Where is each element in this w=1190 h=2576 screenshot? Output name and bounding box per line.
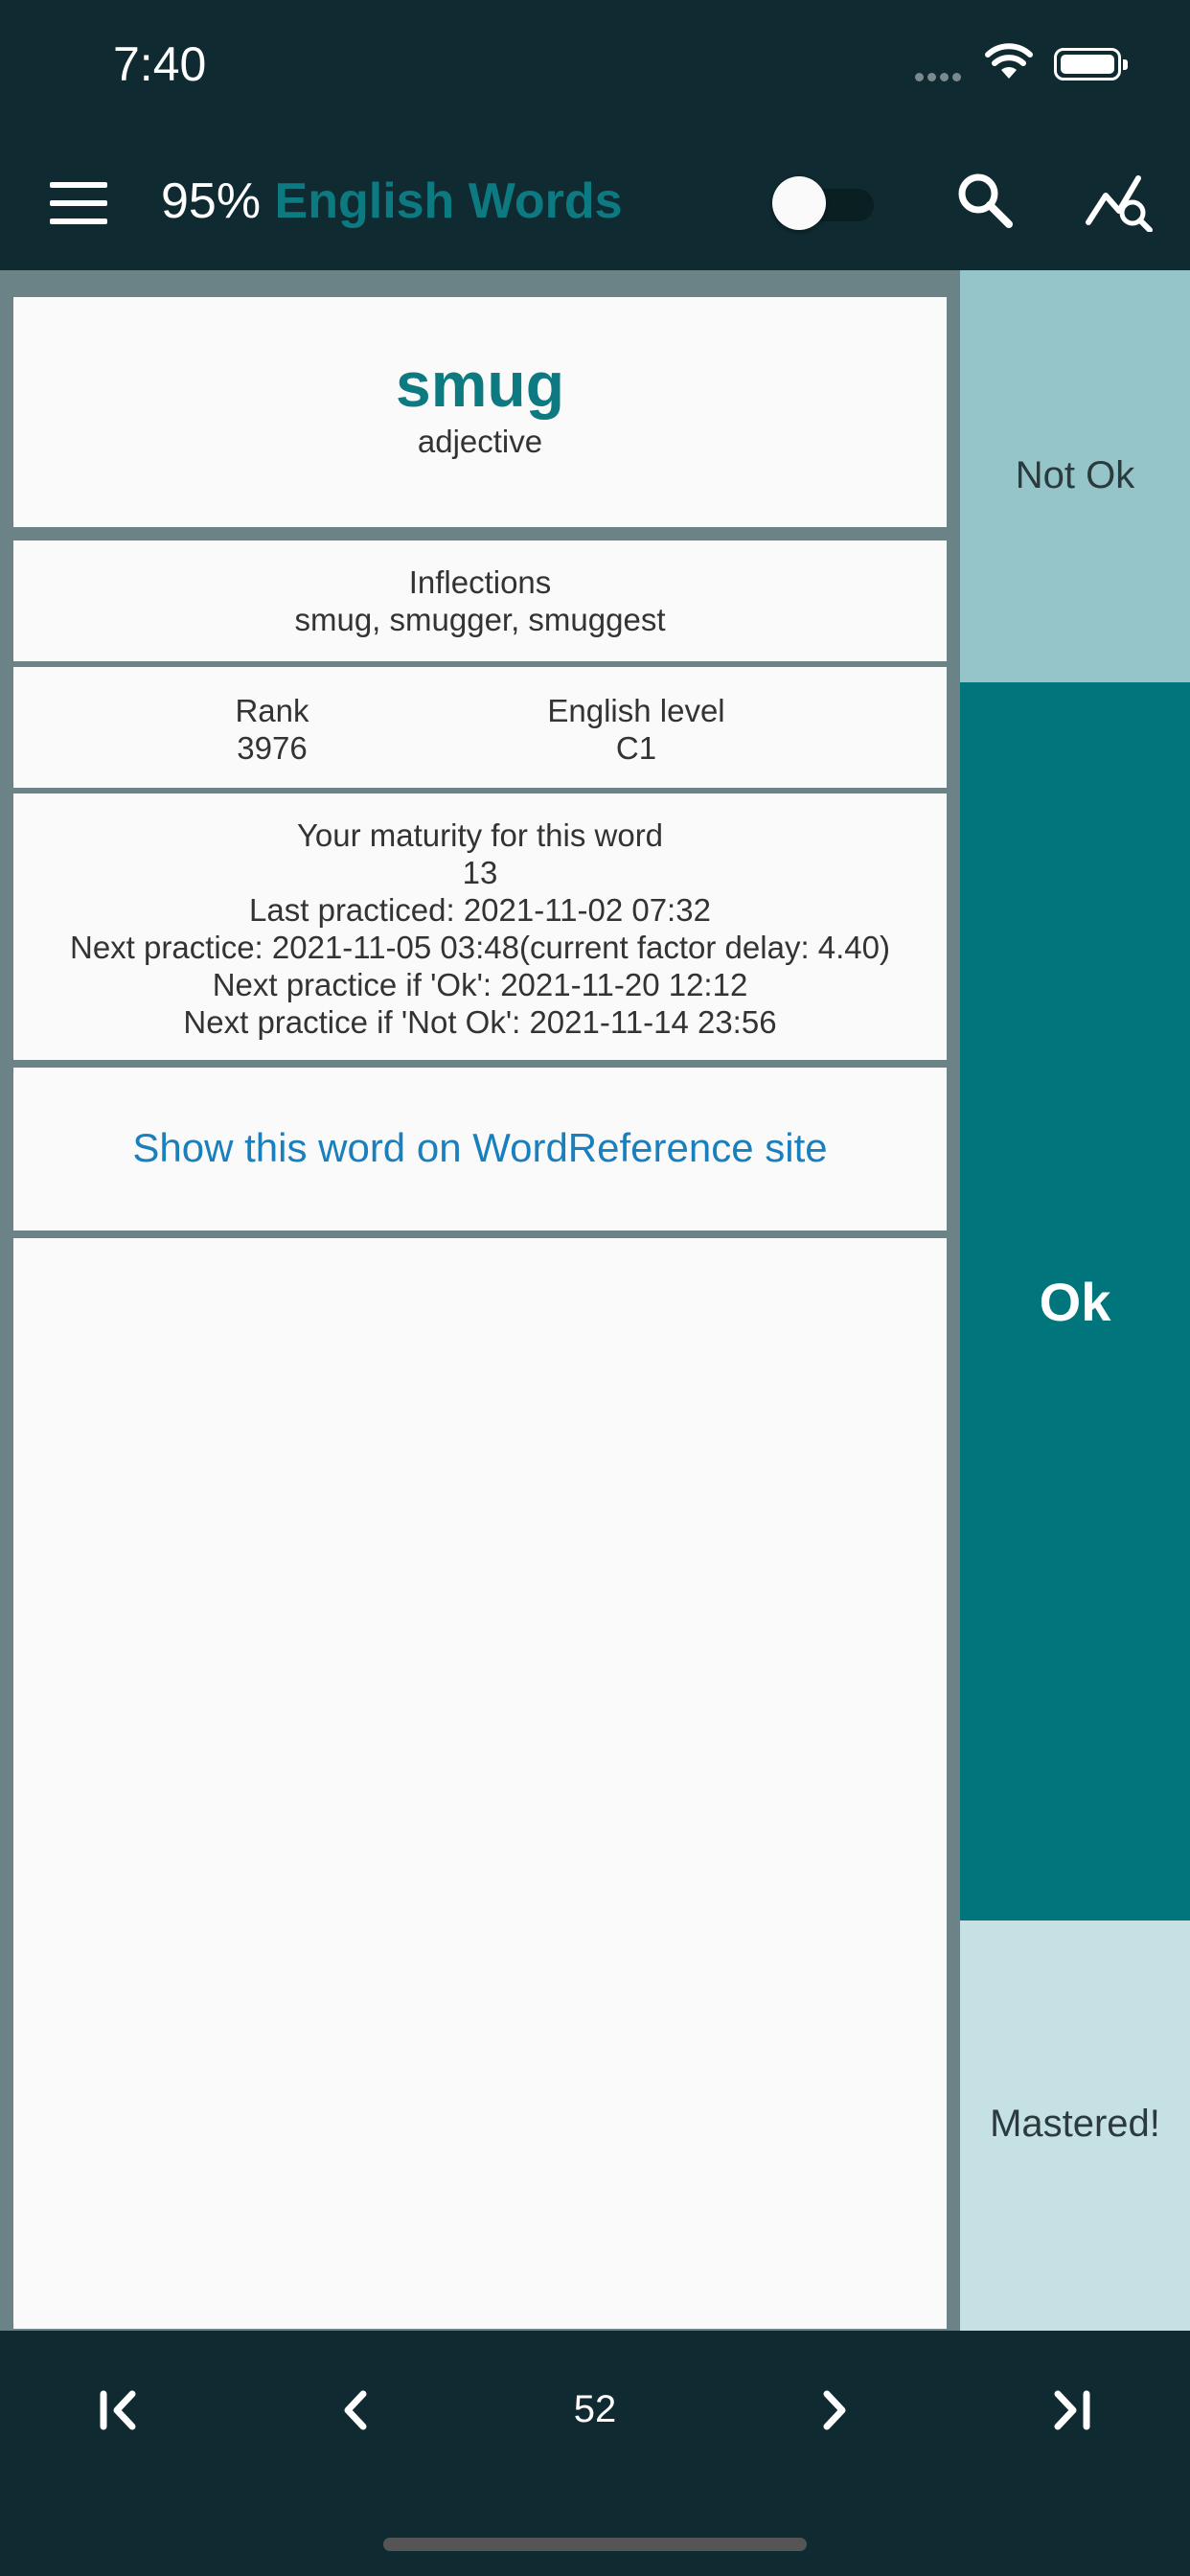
rank-value: 3976 — [237, 730, 308, 766]
progress-percent: 95% — [161, 173, 262, 229]
maturity-title: Your maturity for this word — [296, 817, 664, 853]
mode-toggle[interactable] — [772, 176, 878, 230]
toggle-knob — [772, 176, 826, 230]
maturity-value: 13 — [462, 855, 498, 890]
wifi-icon — [985, 43, 1033, 79]
not-ok-label: Not Ok — [1015, 454, 1135, 496]
rank-column: Rank 3976 — [176, 692, 368, 767]
inflections-value: smug, smugger, smuggest — [294, 602, 666, 637]
main-area: smug adjective Inflections smug, smugger… — [0, 270, 1190, 2331]
bottom-nav: 52 — [0, 2331, 1190, 2576]
cellular-signal-icon — [915, 69, 969, 81]
not-ok-button[interactable]: Not Ok — [960, 270, 1190, 682]
mastered-button[interactable]: Mastered! — [960, 1920, 1190, 2331]
answer-buttons: Not Ok Ok Mastered! — [960, 270, 1190, 2331]
status-bar: 7:40 — [0, 0, 1190, 134]
chevron-left-icon[interactable] — [317, 2377, 394, 2444]
rank-level-card: Rank 3976 English level C1 — [13, 667, 947, 788]
first-page-icon[interactable] — [80, 2377, 157, 2444]
maturity-card: Your maturity for this word 13 Last prac… — [13, 794, 947, 1060]
menu-icon[interactable] — [50, 182, 107, 224]
rank-label: Rank — [235, 693, 309, 728]
inflections-label: Inflections — [408, 564, 552, 600]
wordreference-card: Show this word on WordReference site — [13, 1068, 947, 1230]
content-area — [13, 1238, 947, 2329]
ok-label: Ok — [1039, 1272, 1111, 1332]
last-practiced: Last practiced: 2021-11-02 07:32 — [249, 892, 711, 928]
page-number: 52 — [573, 2388, 617, 2430]
level-label: English level — [547, 693, 725, 728]
status-time: 7:40 — [113, 37, 207, 91]
inflections-card: Inflections smug, smugger, smuggest — [13, 540, 947, 661]
next-practice: Next practice: 2021-11-05 03:48(current … — [69, 930, 891, 965]
app-bar: 95% English Words — [0, 134, 1190, 270]
chevron-right-icon[interactable] — [796, 2377, 873, 2444]
ok-button[interactable]: Ok — [960, 682, 1190, 1920]
mastered-label: Mastered! — [990, 2103, 1160, 2145]
level-value: C1 — [615, 730, 657, 766]
home-indicator[interactable] — [383, 2538, 807, 2551]
app-name: English Words — [274, 173, 623, 229]
word-card: smug adjective — [13, 297, 947, 527]
chart-search-icon[interactable] — [1085, 169, 1156, 232]
next-practice-if-not-ok: Next practice if 'Not Ok': 2021-11-14 23… — [183, 1004, 777, 1040]
level-column: English level C1 — [492, 692, 780, 767]
last-page-icon[interactable] — [1033, 2377, 1110, 2444]
part-of-speech: adjective — [417, 424, 543, 459]
battery-icon — [1054, 48, 1128, 80]
word-text: smug — [395, 349, 565, 420]
search-icon[interactable] — [953, 169, 1017, 232]
next-practice-if-ok: Next practice if 'Ok': 2021-11-20 12:12 — [212, 967, 748, 1002]
app-title: 95% English Words — [161, 172, 623, 230]
wordreference-link[interactable]: Show this word on WordReference site — [13, 1125, 947, 1171]
